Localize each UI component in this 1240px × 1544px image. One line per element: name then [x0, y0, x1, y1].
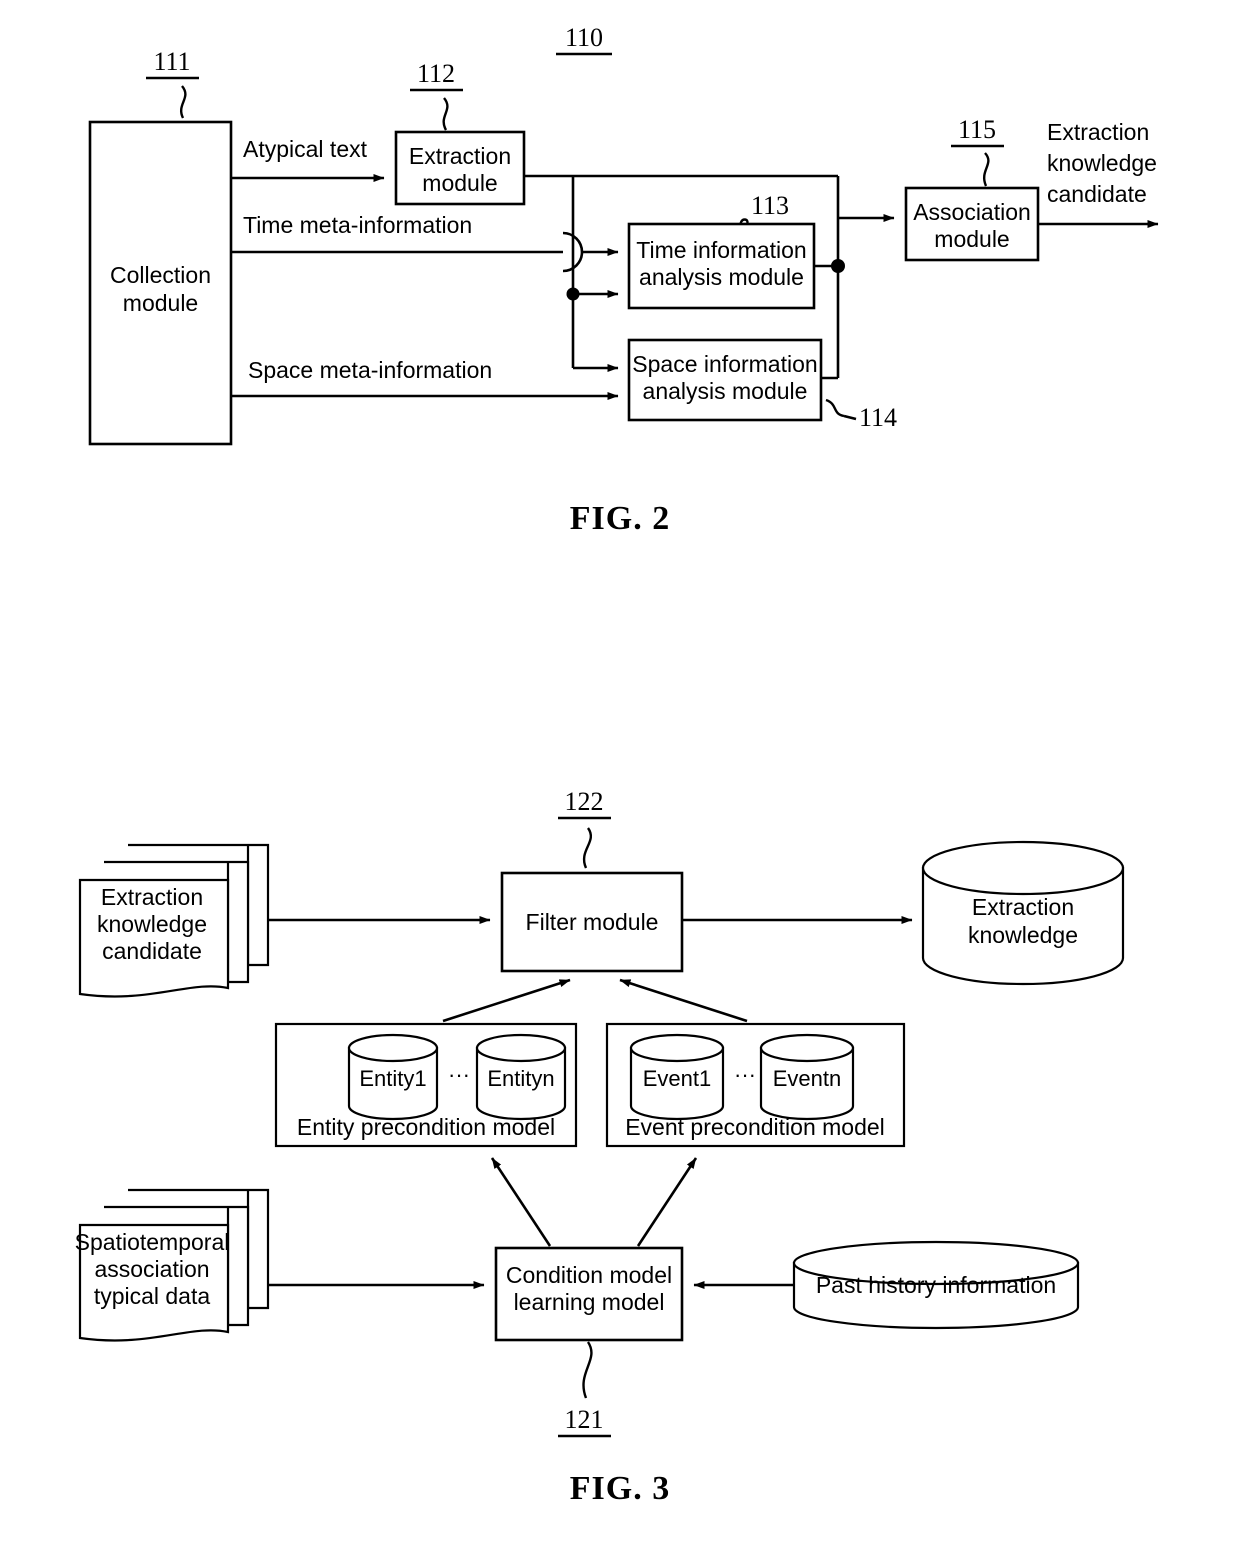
cylinder-extraction-knowledge-label-2: knowledge: [968, 922, 1078, 948]
connector-entity-model-to-filter: [442, 978, 571, 1023]
event-ellipsis: ···: [734, 1062, 756, 1087]
reference-number-122: 122: [565, 787, 604, 816]
leader-121: [582, 1341, 593, 1399]
connector-condition-to-event-model: [636, 1157, 698, 1247]
block-collection-module-label-1: Collection: [110, 262, 211, 288]
entity-ellipsis: ···: [448, 1062, 470, 1087]
cylinder-past-history-label: Past history information: [816, 1272, 1056, 1298]
reference-number-115: 115: [958, 115, 996, 144]
document-candidate-label-3: candidate: [102, 938, 202, 964]
block-condition-model-label-2: learning model: [514, 1289, 665, 1315]
reference-number-114: 114: [859, 403, 897, 432]
group-event-precondition-model-title: Event precondition model: [625, 1114, 885, 1140]
connector-event-model-to-filter: [619, 978, 748, 1023]
block-association-module-label-2: module: [934, 226, 1009, 252]
leader-111: [180, 85, 187, 119]
document-candidate-label-2: knowledge: [97, 911, 207, 937]
block-time-analysis-label-2: analysis module: [639, 264, 804, 290]
block-condition-model-label-1: Condition model: [506, 1262, 672, 1288]
leader-114-tail: [843, 414, 857, 421]
reference-number-110: 110: [565, 23, 603, 52]
figure-2-caption: FIG. 2: [569, 500, 671, 537]
output-label-line-1: Extraction: [1047, 119, 1149, 145]
figure-3-caption: FIG. 3: [569, 1470, 671, 1507]
block-association-module-label-1: Association: [913, 199, 1031, 225]
block-extraction-module-label-1: Extraction: [409, 143, 511, 169]
connector-condition-to-entity-model: [490, 1157, 552, 1247]
document-spatiotemporal-label-2: association: [94, 1256, 209, 1282]
leader-114: [825, 398, 845, 418]
leader-122: [582, 827, 592, 869]
cylinder-event1-label: Event1: [643, 1066, 712, 1091]
cylinder-entityn-top: [475, 1033, 567, 1063]
leader-112: [442, 97, 449, 131]
block-space-analysis-label-2: analysis module: [643, 378, 808, 404]
cylinder-extraction-knowledge-top: [921, 840, 1125, 896]
block-filter-module-label: Filter module: [526, 909, 659, 935]
reference-number-121: 121: [565, 1405, 604, 1434]
junction-dot-collector-time: [831, 259, 845, 273]
cylinder-entity1-label: Entity1: [359, 1066, 426, 1091]
cylinder-event1-top: [629, 1033, 725, 1063]
cylinder-eventn-label: Eventn: [773, 1066, 842, 1091]
output-label-line-2: knowledge: [1047, 150, 1157, 176]
junction-dot-bus-time: [566, 287, 580, 301]
cylinder-extraction-knowledge-label-1: Extraction: [972, 894, 1074, 920]
cylinder-entityn-label: Entityn: [487, 1066, 554, 1091]
block-time-analysis-label-1: Time information: [636, 237, 806, 263]
document-candidate-label-1: Extraction: [101, 884, 203, 910]
reference-number-113: 113: [751, 191, 789, 220]
document-spatiotemporal-label-3: typical data: [94, 1283, 211, 1309]
group-entity-precondition-model-title: Entity precondition model: [297, 1114, 555, 1140]
document-spatiotemporal-label-1: Spatiotemporal: [75, 1229, 230, 1255]
figure-3-diagram: 122 Extraction knowledge candidate Filte…: [75, 787, 1125, 1438]
patent-figure-sheet: 110 111 112 115 113 114 Collection modul…: [0, 0, 1240, 1544]
flow-label-space-meta-information: Space meta-information: [248, 357, 492, 383]
flow-label-atypical-text: Atypical text: [243, 136, 368, 162]
cylinder-entity1-top: [347, 1033, 439, 1063]
flow-label-time-meta-information: Time meta-information: [243, 212, 472, 238]
cylinder-eventn-top: [759, 1033, 855, 1063]
block-extraction-module-label-2: module: [422, 170, 497, 196]
output-label-line-3: candidate: [1047, 181, 1147, 207]
figure-2-diagram: 110 111 112 115 113 114 Collection modul…: [88, 23, 1159, 446]
block-collection-module-label-2: module: [123, 290, 198, 316]
reference-number-111: 111: [153, 47, 190, 76]
leader-115: [983, 152, 990, 187]
reference-number-112: 112: [417, 59, 455, 88]
block-space-analysis-label-1: Space information: [632, 351, 817, 377]
